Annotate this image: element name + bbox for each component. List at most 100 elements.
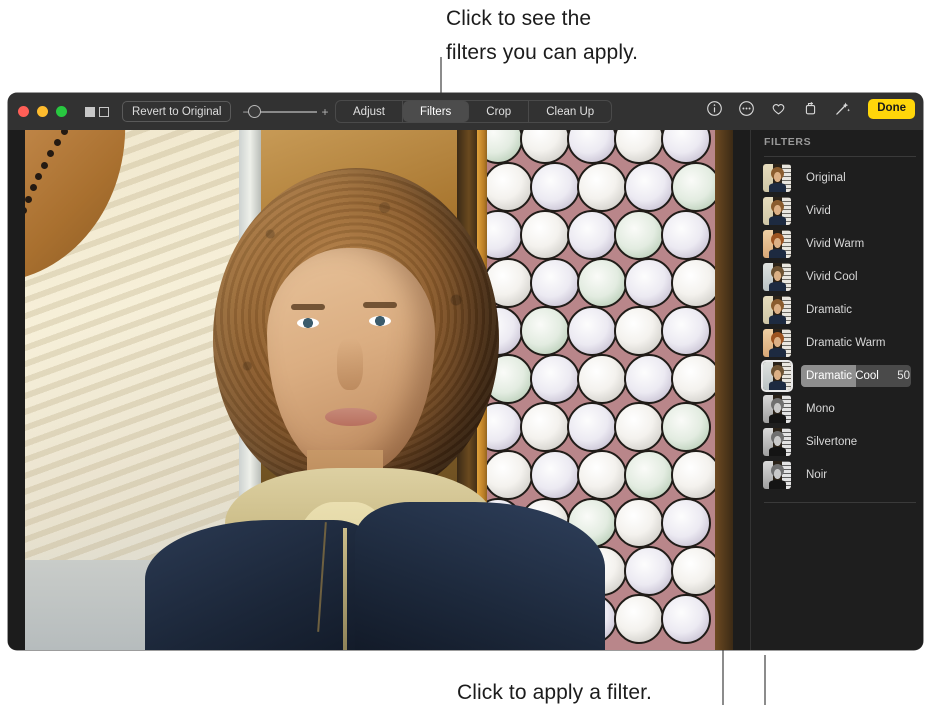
filter-name-label: Dramatic: [806, 303, 853, 316]
filter-name-label: Noir: [806, 468, 828, 481]
photo-stud: [53, 139, 61, 147]
filled-square-icon[interactable]: [85, 106, 95, 117]
filter-row[interactable]: Dramatic Cool 50: [751, 359, 923, 392]
revert-to-original-button[interactable]: Revert to Original: [122, 101, 232, 122]
done-button[interactable]: Done: [868, 99, 915, 119]
zoom-slider-track[interactable]: [247, 104, 317, 118]
photos-editor-window: Revert to Original − + Adjust Filters Crop…: [8, 93, 923, 650]
photo-glass-roundel: [577, 450, 627, 500]
photo-glass-roundel: [567, 130, 617, 164]
callout-bottom-leader-line: [764, 655, 766, 705]
maximize-window-button[interactable]: [56, 106, 67, 117]
filter-row[interactable]: Silvertone: [751, 425, 923, 458]
filter-row[interactable]: Vivid Warm: [751, 227, 923, 260]
rotate-icon[interactable]: [802, 100, 819, 117]
photo-glass-roundel: [661, 210, 711, 260]
photo-glass-roundel: [567, 210, 617, 260]
photo-glass-roundel: [661, 498, 711, 548]
filter-thumbnail[interactable]: [763, 295, 791, 324]
tab-filters[interactable]: Filters: [402, 101, 470, 122]
photo-glass-roundel: [661, 306, 711, 356]
filter-row[interactable]: Noir: [751, 458, 923, 491]
photo-glass-roundel: [520, 402, 570, 452]
screenshot-root: Click to see the filters you can apply. …: [0, 0, 931, 716]
filter-name-label: Silvertone: [806, 435, 858, 448]
compare-view-toggle[interactable]: [85, 106, 109, 117]
toolbar-right-tools: Done: [706, 99, 915, 119]
filter-thumbnail[interactable]: [763, 262, 791, 291]
filter-name-label: Vivid Warm: [806, 237, 865, 250]
filter-thumbnail[interactable]: [763, 328, 791, 357]
photo-glass-roundel: [671, 258, 719, 308]
photo-glass-roundel: [671, 450, 719, 500]
zoom-slider-knob[interactable]: [247, 104, 261, 118]
filter-row-content: Vivid: [801, 200, 923, 222]
photo-glass-roundel: [624, 162, 674, 212]
photo-glass-roundel: [614, 306, 664, 356]
filter-thumbnail[interactable]: [763, 163, 791, 192]
photo-stud: [25, 206, 28, 214]
filter-thumbnail[interactable]: [763, 427, 791, 456]
photo-right-frame: [715, 130, 733, 650]
close-window-button[interactable]: [18, 106, 29, 117]
filter-row-content: Vivid Cool: [801, 266, 923, 288]
filters-sidebar: FILTERS Original Vivid Vivid Warm Vivid Coo…: [750, 130, 923, 650]
window-controls[interactable]: [18, 106, 67, 117]
photo-glass-roundel: [530, 162, 580, 212]
photo-glass-roundel: [577, 258, 627, 308]
photo-subject-jacket-left: [145, 520, 375, 650]
photo-subject-zipper: [343, 528, 347, 650]
edit-mode-segmented-control[interactable]: Adjust Filters Crop Clean Up: [335, 100, 613, 123]
callout-top-leader-line: [440, 57, 442, 95]
photo-subject-brow-right: [363, 302, 397, 308]
info-icon[interactable]: [706, 100, 723, 117]
photo-glass-roundel: [614, 498, 664, 548]
photo-glass-roundel: [614, 210, 664, 260]
filter-row[interactable]: Original: [751, 161, 923, 194]
photo-subject-lips: [325, 408, 377, 426]
photo-glass-roundel: [661, 402, 711, 452]
photo-glass-roundel: [520, 210, 570, 260]
filter-row-content: Dramatic Warm: [801, 332, 923, 354]
filter-row[interactable]: Dramatic: [751, 293, 923, 326]
zoom-slider[interactable]: − +: [242, 104, 329, 119]
edited-photo-image[interactable]: [25, 130, 733, 650]
filter-thumbnail[interactable]: [763, 460, 791, 489]
filters-list[interactable]: Original Vivid Vivid Warm Vivid Cool Dramati…: [751, 161, 923, 491]
filter-name-label: Dramatic Cool: [806, 369, 879, 382]
photo-glass-roundel: [671, 354, 719, 404]
filter-thumbnail[interactable]: [763, 394, 791, 423]
filters-panel-title: FILTERS: [764, 136, 812, 148]
photo-glass-roundel: [487, 210, 523, 260]
photo-glass-roundel: [567, 306, 617, 356]
tab-adjust[interactable]: Adjust: [336, 101, 403, 122]
photo-stud: [35, 173, 43, 181]
photo-subject-eye-left: [297, 318, 319, 328]
tab-clean-up[interactable]: Clean Up: [529, 101, 611, 122]
photo-canvas[interactable]: [8, 130, 750, 650]
filter-thumbnail[interactable]: [763, 229, 791, 258]
zoom-in-label[interactable]: +: [322, 105, 329, 119]
minimize-window-button[interactable]: [37, 106, 48, 117]
photo-glass-roundel: [487, 450, 533, 500]
filter-row[interactable]: Vivid: [751, 194, 923, 227]
favorite-heart-icon[interactable]: [770, 100, 787, 117]
filter-thumbnail[interactable]: [763, 361, 791, 390]
filter-row-content: Silvertone: [801, 431, 923, 453]
auto-enhance-wand-icon[interactable]: [834, 100, 851, 117]
filter-row[interactable]: Dramatic Warm: [751, 326, 923, 359]
filter-name-label: Vivid Cool: [806, 270, 858, 283]
more-options-icon[interactable]: [738, 100, 755, 117]
filter-row[interactable]: Mono: [751, 392, 923, 425]
outline-square-icon[interactable]: [99, 106, 109, 117]
filter-thumbnail[interactable]: [763, 196, 791, 225]
photo-stud-row: [25, 130, 135, 284]
photo-glass-roundel: [487, 162, 533, 212]
filter-row[interactable]: Vivid Cool: [751, 260, 923, 293]
photo-stud: [25, 195, 32, 203]
photo-glass-roundel: [530, 354, 580, 404]
photo-glass-roundel: [624, 450, 674, 500]
photo-stud: [47, 150, 55, 158]
tab-crop[interactable]: Crop: [469, 101, 530, 122]
photo-glass-roundel: [520, 306, 570, 356]
